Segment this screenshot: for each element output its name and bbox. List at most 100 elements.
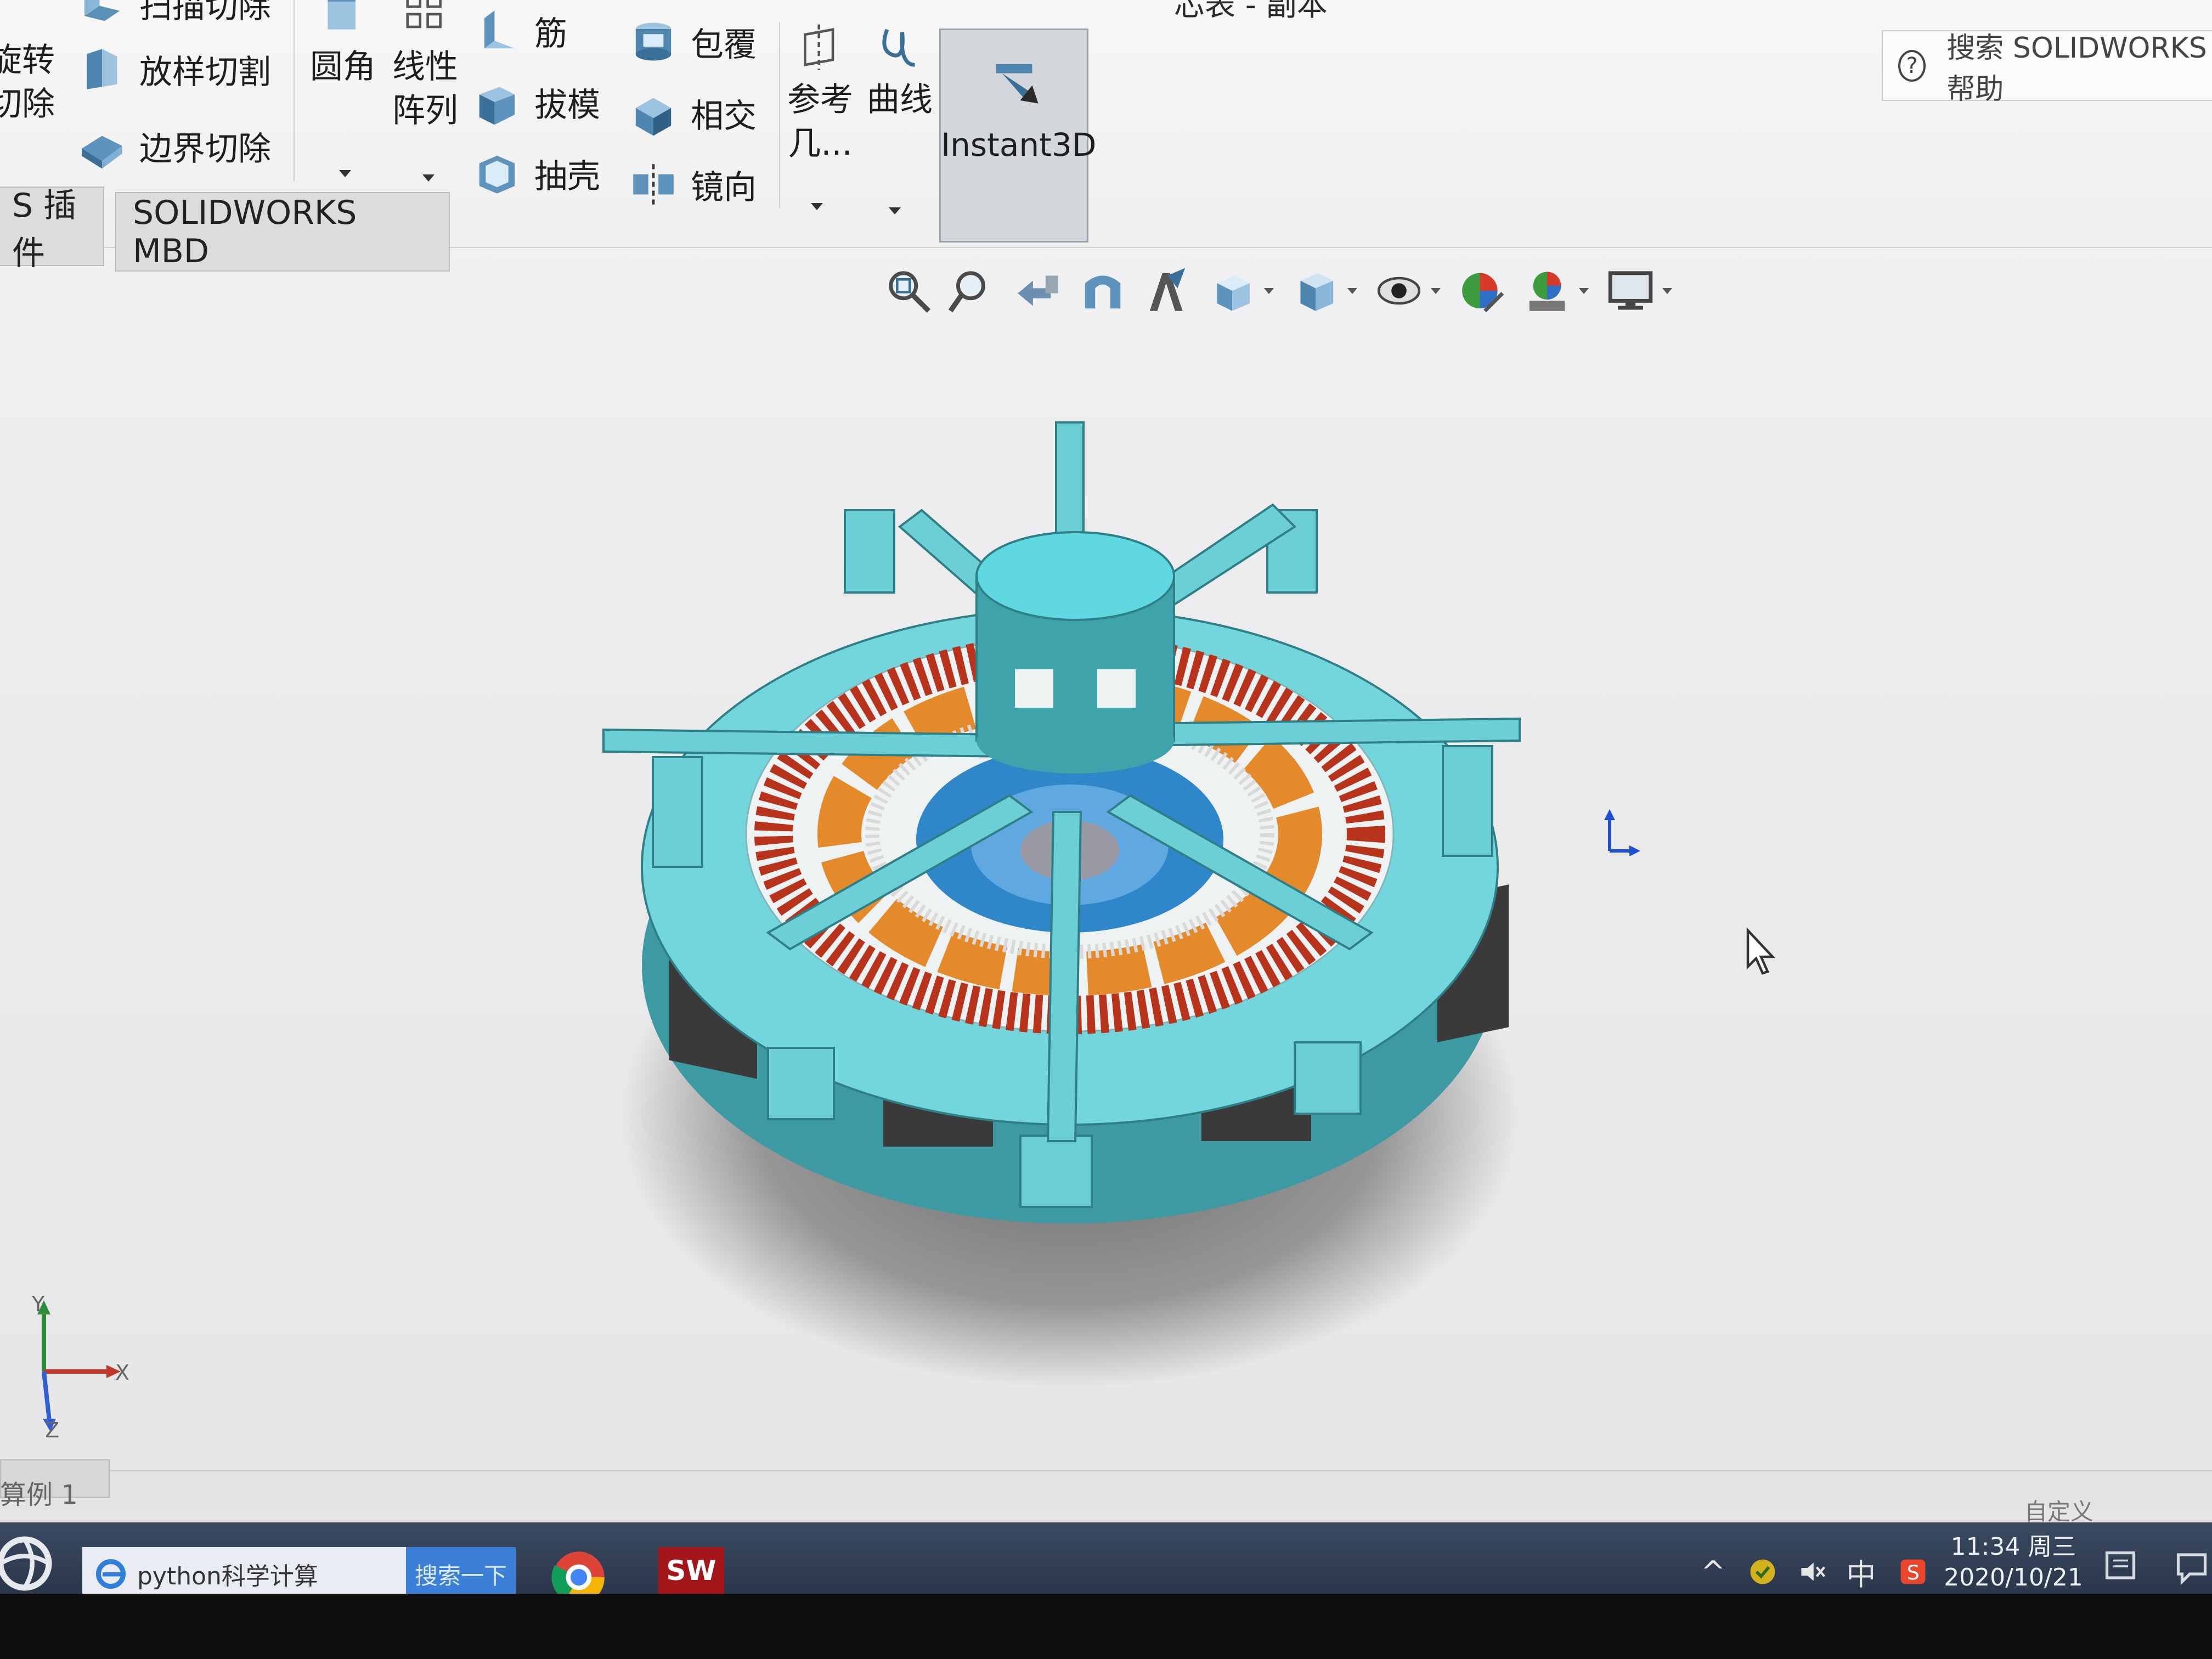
instant3d-label: Instant3D <box>941 126 1097 163</box>
taskbar-clock[interactable]: 11:34 周三 2020/10/21 <box>1942 1532 2085 1593</box>
shell-icon <box>479 155 515 194</box>
curves-dropdown-arrow[interactable] <box>889 207 901 215</box>
linear-pattern-button[interactable]: 线性 阵列 <box>387 0 464 133</box>
sogou-input-icon[interactable]: S <box>1898 1556 1928 1587</box>
wrap-button[interactable]: 包覆 <box>628 16 757 67</box>
search-help-box[interactable]: ? 搜索 SOLIDWORKS 帮助 <box>1882 30 2212 106</box>
reference-geometry-label-2: 几... <box>788 125 853 163</box>
intersect-button[interactable]: 相交 <box>628 88 757 138</box>
draft-button[interactable]: 拔模 <box>472 77 600 127</box>
monitor-bezel <box>0 1594 2212 1659</box>
view-settings-dropdown[interactable] <box>1662 287 1672 294</box>
tab-mbd-label: SOLIDWORKS MBD <box>133 193 357 270</box>
loft-cut-button[interactable]: 放样切割 <box>77 44 271 94</box>
reference-triad: Y X Z <box>31 1295 129 1437</box>
center-cylinder-top <box>975 531 1175 621</box>
action-center-icon[interactable] <box>2172 1547 2211 1585</box>
rib-button[interactable]: 筋 <box>472 5 567 56</box>
wrap-icon <box>635 22 672 61</box>
loft-cut-label: 放样切割 <box>139 53 271 92</box>
fillet-icon <box>328 0 356 30</box>
curves-button[interactable]: 曲线 <box>861 22 938 122</box>
security-shield-icon[interactable] <box>1747 1556 1778 1587</box>
tab-addins-label: S 插件 <box>12 186 77 273</box>
shell-label: 抽壳 <box>534 157 600 196</box>
view-orientation-icon[interactable] <box>1207 266 1257 316</box>
apply-scene-dropdown[interactable] <box>1579 287 1589 294</box>
draft-label: 拔模 <box>534 86 600 125</box>
study-tab-label: 算例 1 <box>0 1480 78 1510</box>
sweep-cut-button[interactable]: 扫描切除 <box>77 0 271 29</box>
instant3d-button[interactable]: Instant3D <box>939 29 1097 242</box>
previous-view-icon[interactable] <box>1013 266 1063 316</box>
boundary-cut-button[interactable]: 边界切除 <box>77 121 271 171</box>
ribbon-separator-2 <box>779 22 780 208</box>
shell-button[interactable]: 抽壳 <box>472 148 600 199</box>
ref-geometry-dropdown-arrow[interactable] <box>811 203 823 210</box>
view-orientation-dropdown[interactable] <box>1264 287 1274 294</box>
linear-pattern-label-1: 线性 <box>392 48 458 86</box>
taskbar-search-box[interactable]: python科学计算 <box>82 1547 406 1601</box>
ime-indicator[interactable]: 中 <box>1846 1550 1876 1594</box>
intersect-icon <box>635 98 672 136</box>
tab-solidworks-mbd[interactable]: SOLIDWORKS MBD <box>115 192 450 272</box>
zoom-to-area-icon[interactable] <box>948 266 998 316</box>
view-settings-icon[interactable] <box>1605 266 1656 316</box>
apply-scene-icon[interactable] <box>1522 266 1572 316</box>
edit-appearance-icon[interactable] <box>1457 266 1508 316</box>
notification-center-icon[interactable] <box>2101 1547 2140 1585</box>
curves-label: 曲线 <box>867 81 933 119</box>
taskbar-search-button[interactable]: 搜索一下 <box>406 1547 516 1601</box>
boundary-cut-icon <box>82 136 122 169</box>
pattern-dropdown-arrow[interactable] <box>422 174 435 182</box>
sw-label: SW <box>666 1555 716 1587</box>
reference-geometry-button[interactable]: 参考 几... <box>782 22 859 166</box>
status-bar <box>0 1470 2212 1510</box>
hide-show-items-icon[interactable] <box>1374 266 1424 316</box>
boundary-cut-label: 边界切除 <box>139 129 271 168</box>
display-style-icon[interactable] <box>1290 266 1341 316</box>
volume-muted-icon[interactable] <box>1797 1556 1827 1587</box>
ribbon-separator <box>294 0 295 181</box>
display-style-dropdown[interactable] <box>1347 287 1357 294</box>
svg-text:S: S <box>1907 1561 1920 1584</box>
revolve-cut-button[interactable]: 旋转 切除 <box>0 38 77 126</box>
boundary-dropdown-arrow[interactable] <box>339 170 351 177</box>
triad-x-label: X <box>115 1361 129 1385</box>
solidworks-window: 芯表 - 副本 旋转 切除 扫描切除 放样切割 边界切除 圆角 线性 阵列 筋 … <box>0 0 2212 1531</box>
motor-assembly-model[interactable] <box>560 395 1580 1399</box>
intersect-label: 相交 <box>691 97 757 136</box>
instant3d-icon <box>996 64 1039 104</box>
clock-date: 2020/10/21 <box>1944 1564 2083 1592</box>
mirror-button[interactable]: 镜向 <box>628 159 757 210</box>
revolve-cut-label-2: 切除 <box>0 85 55 123</box>
center-cylinder-bottom <box>977 708 1174 774</box>
fillet-button[interactable]: 圆角 <box>304 0 381 89</box>
reference-geometry-icon <box>804 24 834 70</box>
hide-show-dropdown[interactable] <box>1431 287 1441 294</box>
tab-addins[interactable]: S 插件 <box>0 187 104 273</box>
search-help-text: 搜索 SOLIDWORKS 帮助 <box>1946 31 2207 106</box>
heads-up-view-toolbar <box>883 252 1689 329</box>
linear-pattern-label-2: 阵列 <box>392 92 458 130</box>
rib-label: 筋 <box>534 14 567 53</box>
window-title: 芯表 - 副本 <box>1174 0 1328 23</box>
sweep-cut-icon <box>84 0 120 21</box>
dynamic-annotation-icon[interactable] <box>1142 266 1193 316</box>
zoom-to-fit-icon[interactable] <box>883 266 934 316</box>
triad-y-label: Y <box>31 1295 45 1316</box>
wrap-label: 包覆 <box>691 25 757 64</box>
triad-z-label: Z <box>45 1418 59 1437</box>
help-question-icon[interactable]: ? <box>1898 49 1926 82</box>
tray-expand-icon[interactable]: ^ <box>1701 1555 1725 1589</box>
units-custom-label[interactable]: 自定义 <box>2024 1493 2094 1527</box>
cylinder-window-2 <box>1097 669 1136 708</box>
loft-cut-icon <box>87 49 117 89</box>
fillet-label: 圆角 <box>310 48 376 86</box>
start-button-icon[interactable] <box>0 1533 55 1594</box>
rib-icon <box>484 10 515 49</box>
section-view-icon[interactable] <box>1077 266 1128 316</box>
system-tray: ^ 中 S <box>1701 1542 1928 1602</box>
mouse-cursor-icon <box>1746 927 1776 975</box>
mirror-icon <box>633 164 674 205</box>
